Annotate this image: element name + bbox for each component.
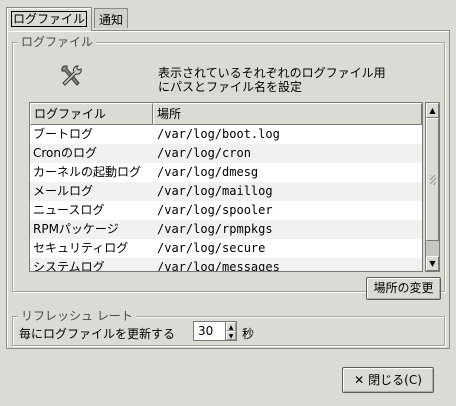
triangle-down-icon: ▼ [429,259,436,268]
scroll-up-button[interactable]: ▲ [426,103,439,118]
log-name: カーネルの起動ログ [33,165,142,179]
refresh-rate-stepper[interactable]: ▲ ▼ [225,321,237,341]
tools-icon [61,65,82,86]
refresh-rate-frame-title: リフレッシュ レート [18,309,136,323]
scroll-down-button[interactable]: ▼ [426,256,439,271]
refresh-rate-unit: 秒 [242,327,255,341]
table-row[interactable]: システムログ/var/log/messages [30,258,422,272]
close-button-label: 閉じる(C) [368,373,422,387]
log-path: /var/log/rpmpkgs [157,222,273,236]
table-row[interactable]: Cronのログ/var/log/cron [30,144,422,163]
change-location-button[interactable]: 場所の変更 [366,277,441,300]
log-name: Cronのログ [33,146,97,160]
log-path: /var/log/maillog [157,184,273,198]
table-row[interactable]: カーネルの起動ログ/var/log/dmesg [30,163,422,182]
list-header: ログファイル 場所 [30,103,422,125]
table-row[interactable]: ブートログ/var/log/boot.log [30,125,422,144]
column-header-location[interactable]: 場所 [153,103,422,125]
stepper-up-icon[interactable]: ▲ [226,322,236,331]
tab-logfiles[interactable]: ログファイル [6,7,93,31]
triangle-up-icon: ▲ [429,106,436,115]
list-rows: ブートログ/var/log/boot.log Cronのログ/var/log/c… [30,125,422,272]
refresh-rate-frame: リフレッシュ レート 毎にログファイルを更新する 30 ▲ ▼ 秒 [12,309,445,346]
logfiles-list: ログファイル 場所 ブートログ/var/log/boot.log Cronのログ… [29,102,423,272]
grip-icon [430,175,436,185]
log-name: システムログ [33,260,105,272]
scrollbar-thumb[interactable] [426,118,439,241]
log-name: ブートログ [33,127,94,141]
log-name: RPMパッケージ [33,222,119,236]
table-row[interactable]: ニュースログ/var/log/spooler [30,201,422,220]
logfiles-frame: ログファイル 表示されているそれぞれのログファイル用 にパスとファイル名を設定 … [12,35,445,300]
close-icon: ✕ [354,373,365,387]
log-name: ニュースログ [33,203,105,217]
log-name: セキュリティログ [33,241,129,255]
refresh-rate-label: 毎にログファイルを更新する [19,327,176,341]
log-path: /var/log/boot.log [157,127,280,141]
log-path: /var/log/cron [157,146,251,160]
tab-logfiles-label: ログファイル [11,11,88,27]
log-path: /var/log/messages [157,260,280,272]
log-path: /var/log/dmesg [157,165,259,179]
table-row[interactable]: メールログ/var/log/maillog [30,182,422,201]
table-row[interactable]: セキュリティログ/var/log/secure [30,239,422,258]
log-viewer-preferences-window: ログファイル 通知 ログファイル 表示されているそれぞれのログファイル用 にパス… [0,0,456,406]
log-name: メールログ [33,184,94,198]
stepper-down-icon[interactable]: ▼ [226,331,236,340]
logfiles-description: 表示されているそれぞれのログファイル用 にパスとファイル名を設定 [158,66,386,94]
tab-panel: ログファイル 表示されているそれぞれのログファイル用 にパスとファイル名を設定 … [6,30,450,349]
logfiles-frame-title: ログファイル [18,35,97,49]
refresh-rate-input[interactable]: 30 [193,321,226,341]
column-header-logfile[interactable]: ログファイル [30,103,153,125]
tab-notification-label: 通知 [99,13,124,27]
tab-notification[interactable]: 通知 [94,8,129,28]
close-button[interactable]: ✕ 閉じる(C) [342,367,434,393]
log-path: /var/log/spooler [157,203,273,217]
list-vertical-scrollbar[interactable]: ▲ ▼ [425,102,440,272]
log-path: /var/log/secure [157,241,266,255]
table-row[interactable]: RPMパッケージ/var/log/rpmpkgs [30,220,422,239]
